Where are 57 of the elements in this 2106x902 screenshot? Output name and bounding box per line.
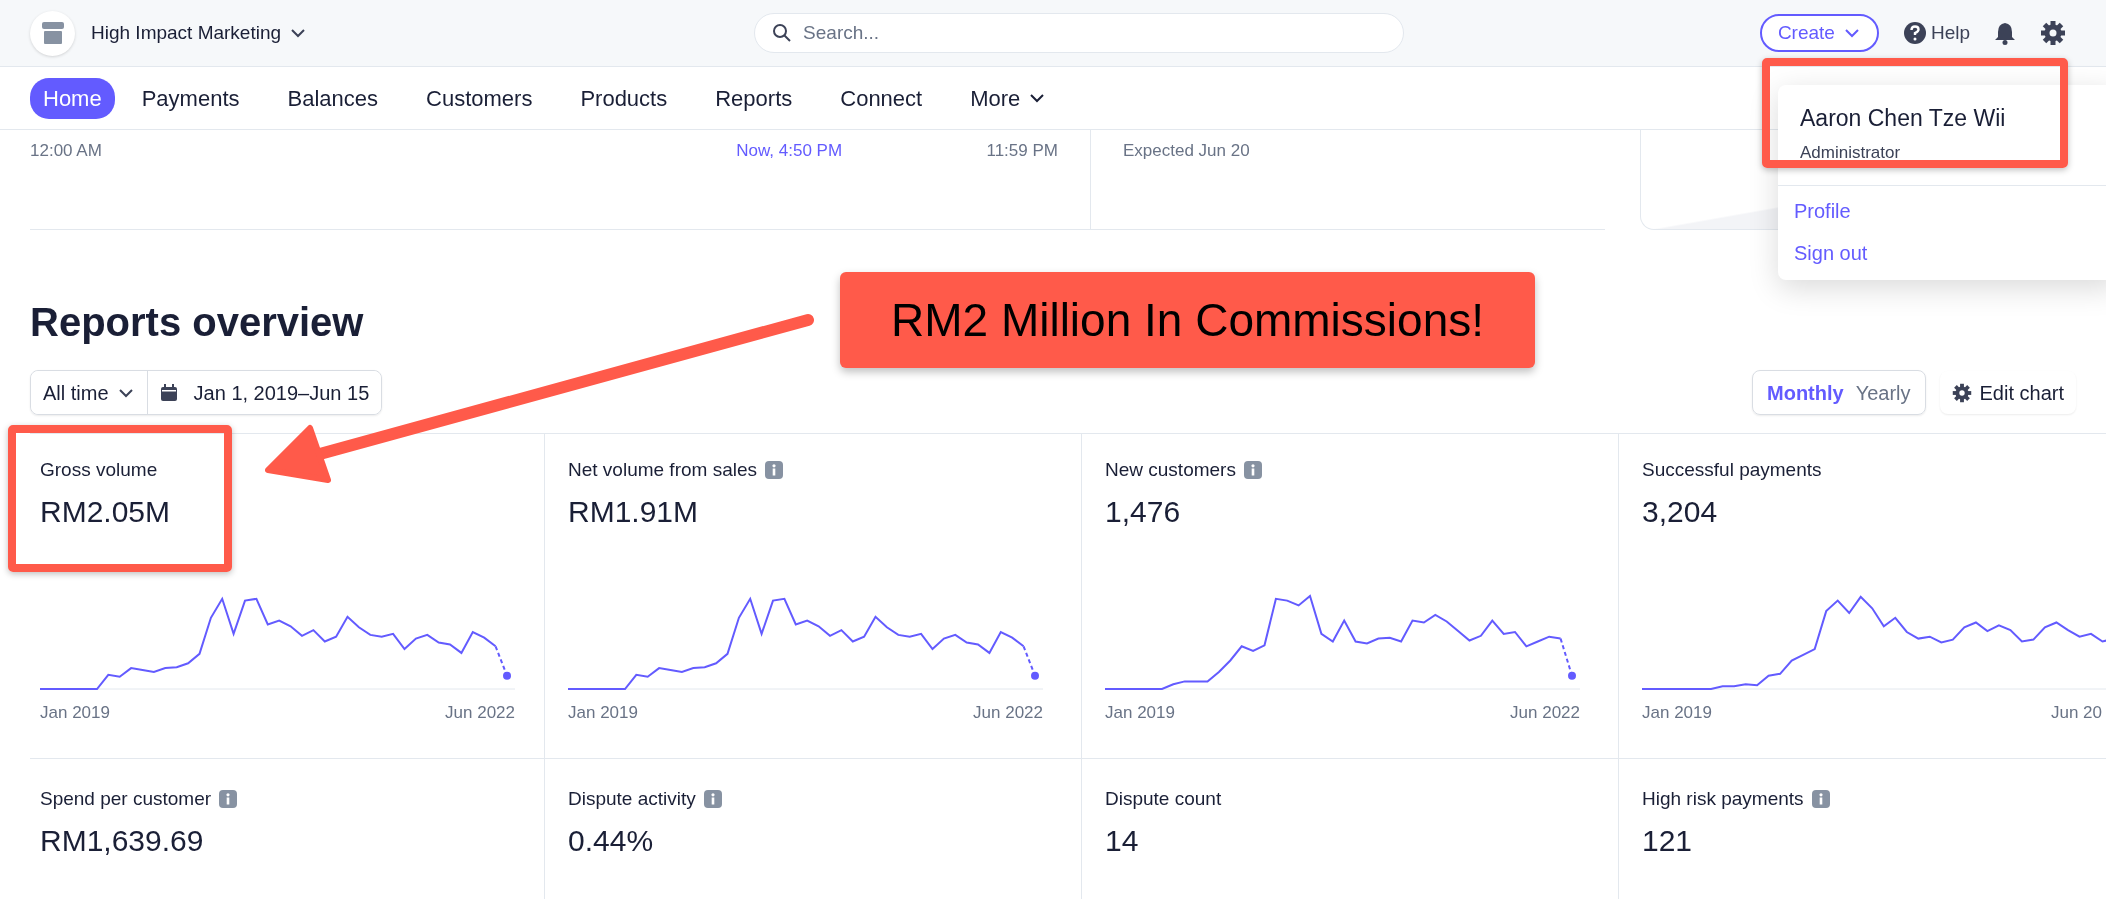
- gear-icon: [1951, 382, 1972, 403]
- user-name: Aaron Chen Tze Wii: [1799, 104, 2007, 133]
- metric-value: RM1.91M: [568, 493, 700, 530]
- time-label: 12:00 AM: [30, 140, 102, 162]
- calendar-icon: [159, 383, 178, 402]
- axis-label: Jan 2019: [1105, 701, 1175, 724]
- section-title: Reports overview: [30, 302, 364, 342]
- axis-label: Jan 2019: [40, 701, 110, 724]
- help-icon: [1902, 21, 1927, 45]
- axis-label: Jan 2019: [1642, 701, 1712, 724]
- account-switcher[interactable]: High Impact Marketing: [91, 18, 308, 48]
- metric-value: RM1,639.69: [40, 822, 205, 859]
- payout-date: Expected Jun 20: [1122, 140, 1250, 162]
- metric-title: High risk payments: [1642, 787, 1804, 811]
- metric-title: Net volume from sales: [568, 458, 757, 482]
- bell-icon[interactable]: [1994, 21, 2016, 45]
- nav-tab[interactable]: Reports: [702, 77, 806, 119]
- search-field[interactable]: Search...: [754, 13, 1405, 53]
- help-button[interactable]: Help: [1902, 18, 1970, 48]
- axis-label: Jun 2022: [445, 701, 515, 724]
- metric-title: Dispute count: [1105, 787, 1222, 811]
- axis-label: Jun 20: [2050, 701, 2102, 724]
- interval-option[interactable]: Yearly: [1849, 377, 1917, 408]
- axis-label: Jan 2019: [568, 701, 638, 724]
- metric-title: Spend per customer: [40, 787, 212, 811]
- metric-title: Dispute activity: [568, 787, 696, 811]
- metric-value: 14: [1105, 822, 1140, 859]
- menu-link[interactable]: Profile: [1778, 196, 1851, 226]
- time-label: Now, 4:50 PM: [736, 140, 843, 162]
- axis-label: Jun 2022: [973, 701, 1043, 724]
- metric-value: RM2.05M: [40, 493, 172, 530]
- callout-label: RM2 Million In Commissions!: [840, 272, 1535, 368]
- metric-value: 1,476: [1105, 493, 1182, 530]
- gear-icon[interactable]: [2040, 20, 2066, 46]
- time-label: 11:59 PM: [986, 140, 1058, 162]
- store-logo[interactable]: [30, 10, 75, 56]
- metric-value: 3,204: [1642, 493, 1719, 530]
- nav-tab[interactable]: Home: [30, 77, 115, 119]
- nav-tab[interactable]: Products: [567, 77, 681, 119]
- nav-tab[interactable]: Connect: [827, 77, 936, 119]
- edit-chart-button[interactable]: Edit chart: [1939, 371, 2076, 414]
- store-icon: [40, 22, 65, 44]
- metric-value: 121: [1642, 822, 1694, 859]
- metric-title: New customers: [1105, 458, 1236, 482]
- metric-value: 0.44%: [568, 822, 655, 859]
- axis-label: Jun 2022: [1510, 701, 1580, 724]
- nav-tab[interactable]: Balances: [274, 77, 392, 119]
- nav-tab[interactable]: Payments: [128, 77, 253, 119]
- create-button[interactable]: Create: [1759, 13, 1879, 53]
- date-range-button[interactable]: Jan 1, 2019–Jun 15: [146, 371, 382, 414]
- nav-tab[interactable]: More: [957, 77, 1060, 119]
- menu-link[interactable]: Sign out: [1778, 238, 1868, 268]
- nav-tab[interactable]: Customers: [413, 77, 546, 119]
- user-role: Administrator: [1799, 141, 1902, 164]
- metric-title: Successful payments: [1642, 458, 1822, 482]
- interval-option[interactable]: Monthly: [1761, 377, 1850, 408]
- metric-title: Gross volume: [40, 458, 158, 482]
